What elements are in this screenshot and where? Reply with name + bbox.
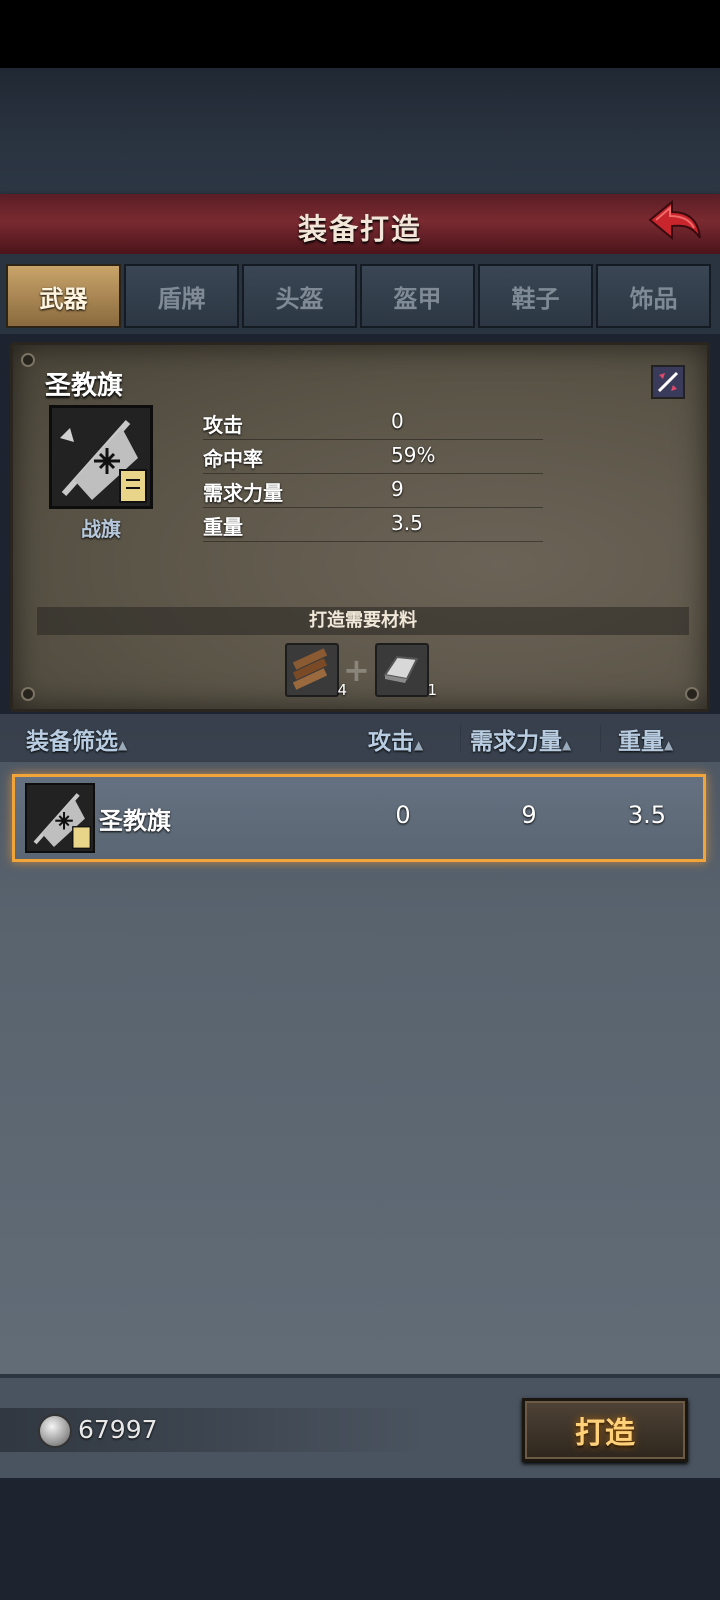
header-label: 攻击 [368, 729, 414, 755]
list-header: 装备筛选▲ 攻击▲ 需求力量▲ 重量▲ [0, 714, 720, 762]
header-label: 需求力量 [470, 729, 562, 755]
compare-icon[interactable] [651, 365, 685, 399]
list-item[interactable]: 圣教旗 0 9 3.5 [12, 774, 706, 862]
stat-row: 攻击 0 [203, 407, 543, 440]
plus-icon: + [343, 651, 370, 689]
stat-row: 命中率 59% [203, 441, 543, 474]
sort-attack-header[interactable]: 攻击▲ [368, 722, 423, 756]
back-arrow-icon[interactable] [646, 198, 702, 248]
tab-weapon[interactable]: 武器 [6, 264, 121, 328]
currency-amount: 67997 [78, 1415, 158, 1444]
category-tabs: 武器 盾牌 头盔 盔甲 鞋子 饰品 [6, 264, 714, 330]
divider [460, 724, 461, 752]
stat-value: 9 [391, 477, 404, 501]
stat-label: 命中率 [203, 447, 263, 471]
stat-label: 需求力量 [203, 481, 283, 505]
rivet-icon [685, 687, 699, 701]
title-bar: 装备打造 [0, 194, 720, 254]
sort-arrow-icon: ▲ [414, 738, 424, 752]
strength-value: 9 [521, 801, 537, 829]
sort-arrow-icon: ▲ [118, 738, 128, 752]
sort-weight-header[interactable]: 重量▲ [618, 722, 673, 756]
tab-armor[interactable]: 盔甲 [360, 264, 475, 328]
silver-coin-icon [38, 1414, 72, 1448]
tab-shield[interactable]: 盾牌 [124, 264, 239, 328]
war-banner-icon [49, 405, 153, 509]
stat-row: 重量 3.5 [203, 509, 543, 542]
tab-shoes[interactable]: 鞋子 [478, 264, 593, 328]
iron-ingot-icon[interactable]: 1 [375, 643, 437, 699]
forge-button[interactable]: 打造 [522, 1398, 688, 1462]
stat-label: 重量 [203, 515, 243, 539]
sort-filter-header[interactable]: 装备筛选▲ [26, 722, 127, 756]
stat-value: 59% [391, 443, 436, 467]
attack-value: 0 [395, 801, 411, 829]
stat-row: 需求力量 9 [203, 475, 543, 508]
sort-strength-header[interactable]: 需求力量▲ [470, 722, 571, 756]
top-background [0, 68, 720, 194]
item-detail-panel: 圣教旗 战旗 攻击 0 命中率 59% 需求力量 9 重量 3.5 打造需要材料… [10, 342, 710, 712]
header-label: 装备筛选 [26, 729, 118, 755]
bottom-bar: 67997 打造 [0, 1374, 720, 1478]
stat-value: 3.5 [391, 511, 423, 535]
currency-display: 67997 [0, 1408, 430, 1452]
sort-arrow-icon: ▲ [562, 738, 572, 752]
material-count: 1 [427, 681, 437, 699]
stat-label: 攻击 [203, 413, 243, 437]
item-name: 圣教旗 [45, 371, 124, 401]
status-bar [0, 0, 720, 68]
tab-accessory[interactable]: 饰品 [596, 264, 711, 328]
page-title: 装备打造 [297, 212, 422, 246]
stat-value: 0 [391, 409, 404, 433]
rivet-icon [21, 687, 35, 701]
weight-value: 3.5 [627, 801, 667, 829]
sort-arrow-icon: ▲ [664, 738, 674, 752]
item-name: 圣教旗 [99, 807, 171, 835]
header-label: 重量 [618, 729, 664, 755]
bottom-background [0, 1478, 720, 1600]
wood-planks-icon[interactable]: 4 [285, 643, 347, 699]
war-banner-icon [25, 783, 95, 853]
item-type: 战旗 [81, 517, 121, 541]
tab-helmet[interactable]: 头盔 [242, 264, 357, 328]
divider [600, 724, 601, 752]
rivet-icon [21, 353, 35, 367]
equipment-list: 装备筛选▲ 攻击▲ 需求力量▲ 重量▲ 圣教旗 0 9 3.5 [0, 714, 720, 1374]
materials-title: 打造需要材料 [37, 607, 689, 635]
